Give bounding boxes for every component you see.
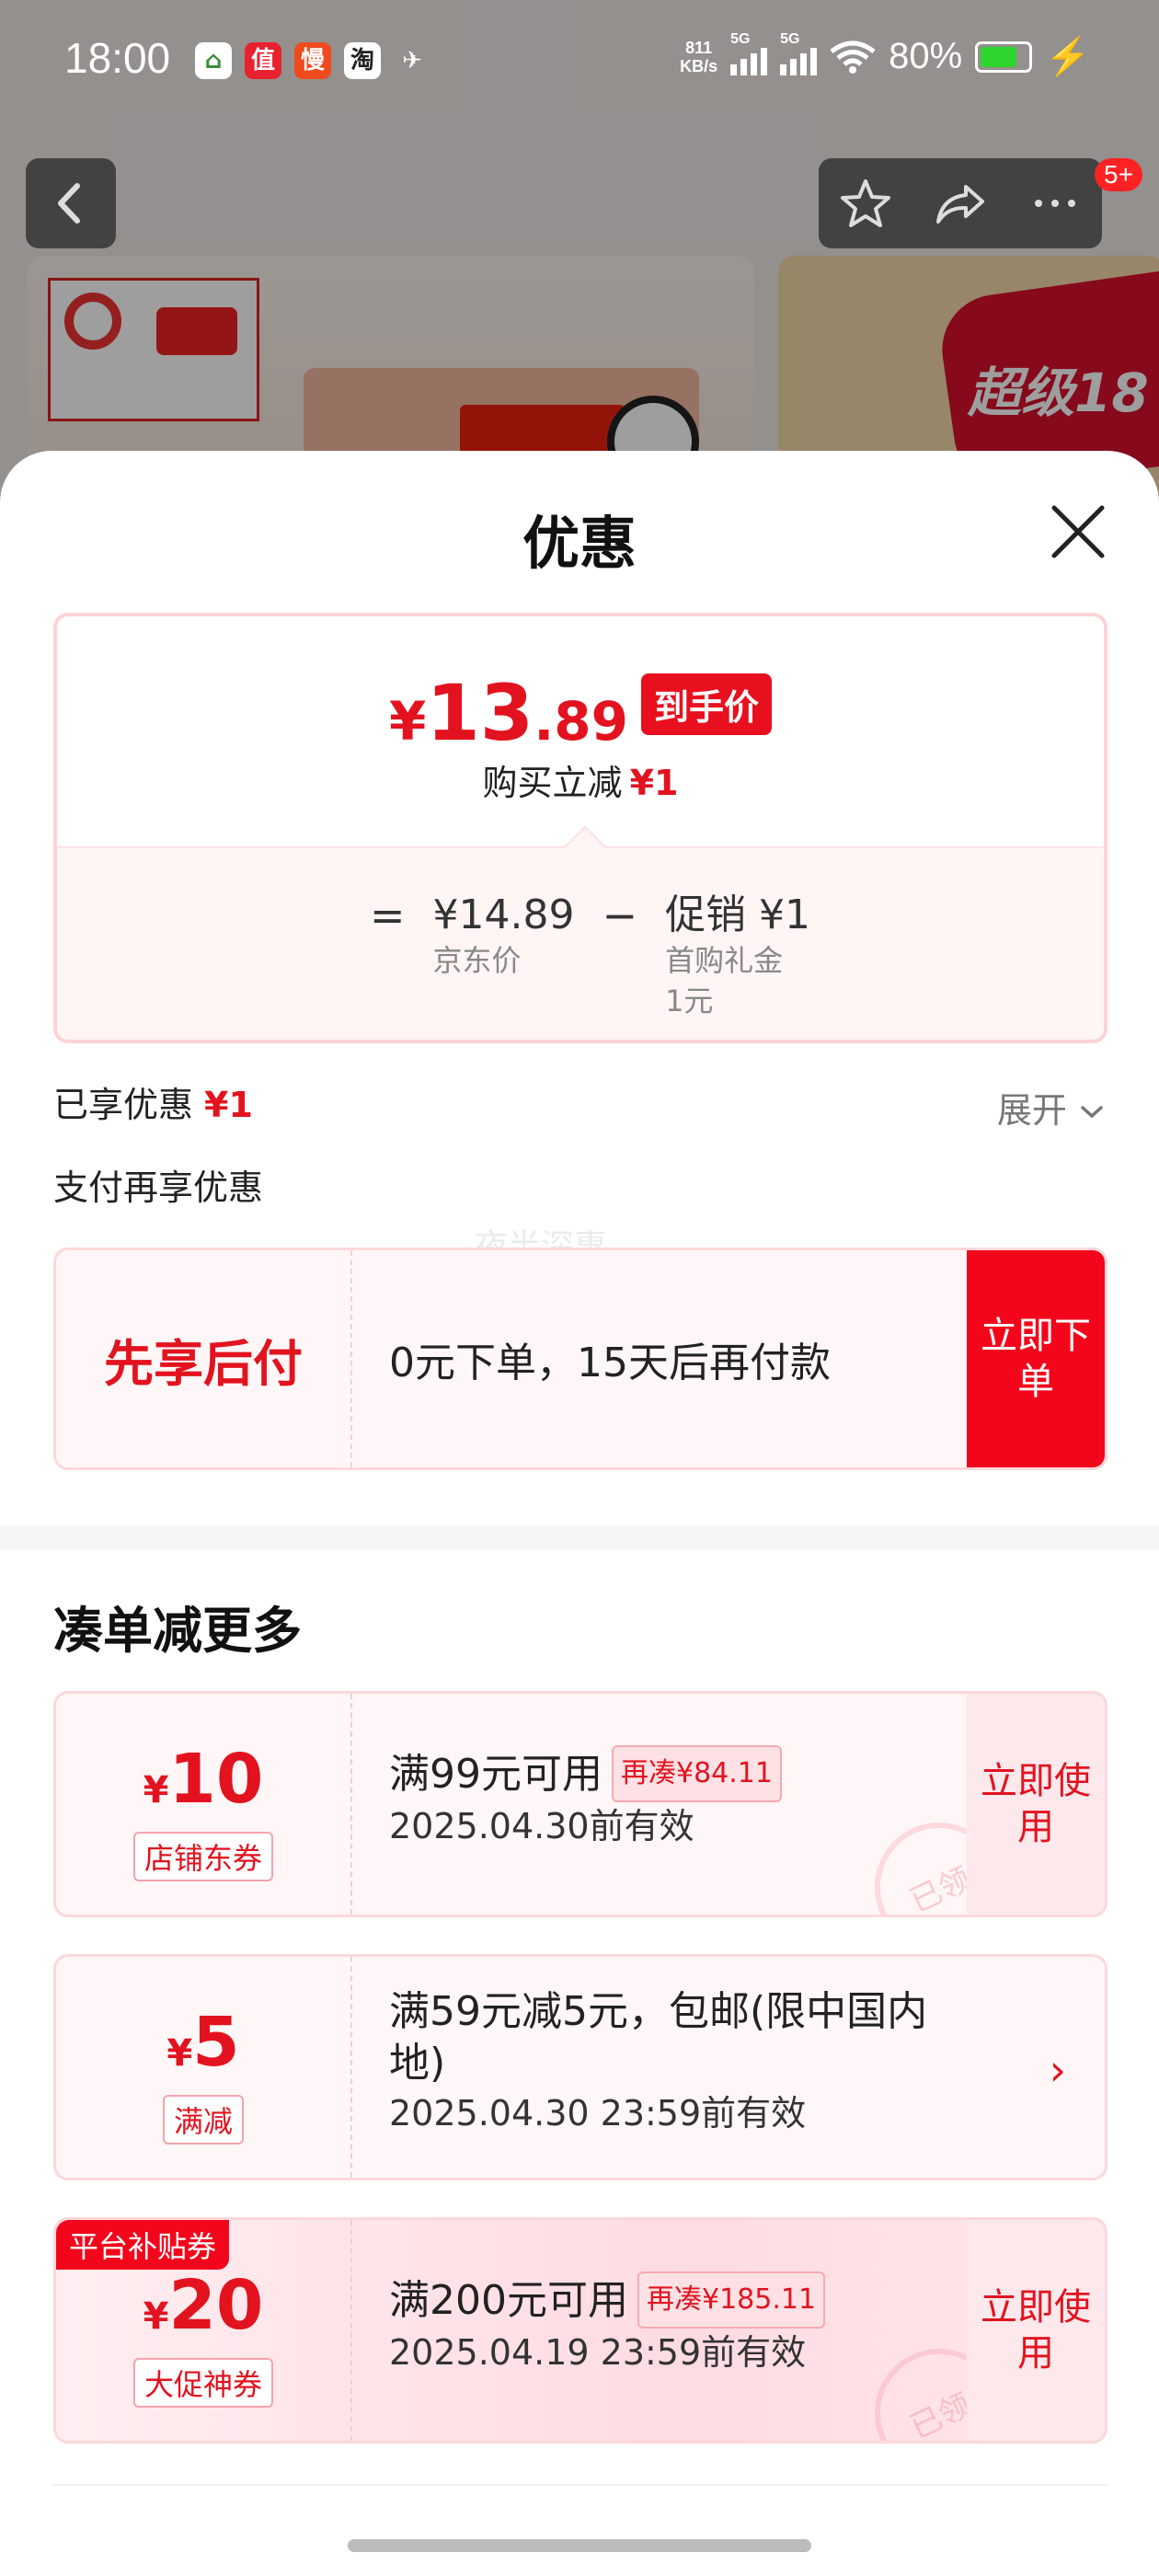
coupon-card[interactable]: ¥5 满减 满59元减5元，包邮(限中国内地) 2025.04.30 23:59… (53, 1954, 1107, 2180)
home-indicator[interactable] (348, 2539, 811, 2552)
final-price-badge: 到手价 (641, 673, 773, 735)
bnpl-description: 0元下单，15天后再付款 (389, 1340, 831, 1386)
price-calculation: = ¥14.89 京东价 − 促销 ¥1 首购礼金 1元 (370, 891, 810, 1021)
instant-discount: 购买立减 ¥1 (482, 763, 679, 803)
jd-price: ¥14.89 京东价 (432, 891, 575, 978)
status-indicators: 811 KB/s 5G 5G 80% ⚡ (680, 31, 1091, 78)
coupon-type-tag: 大促神券 (132, 2358, 273, 2408)
add-more-tag: 再凑¥84.11 (612, 1745, 782, 1802)
coupon-details: 满200元可用 再凑¥185.11 2025.04.19 23:59前有效 (389, 2271, 948, 2376)
order-now-button[interactable]: 立即下单 (967, 1250, 1105, 1467)
coupon-card[interactable]: ¥10 店铺东券 满99元可用 再凑¥84.11 2025.04.30前有效 已领… (53, 1691, 1107, 1917)
network-speed: 811 KB/s (680, 38, 718, 75)
add-more-tag: 再凑¥185.11 (637, 2271, 826, 2329)
coupon-type-tag: 店铺东券 (132, 1832, 273, 1881)
chevron-down-icon (1081, 1106, 1103, 1119)
status-time: 18:00 (64, 34, 171, 82)
price-summary: ¥13.89 到手价 购买立减 ¥1 (57, 616, 1104, 850)
signal-sim2-icon: 5G (780, 31, 818, 75)
coupon-value: ¥10 店铺东券 (56, 1694, 352, 1915)
final-price-card: ¥13.89 到手价 购买立减 ¥1 = ¥14.89 京东价 − 促销 ¥1 首购… (53, 613, 1107, 1043)
message-badge: 5+ (1095, 158, 1142, 191)
final-price: ¥13.89 到手价 (57, 668, 1104, 758)
status-bar: 18:00 ⌂ 值 慢 淘 ✈ 811 KB/s 5G 5G 80% ⚡ (0, 0, 1159, 125)
buy-now-pay-later-card[interactable]: 先享后付 0元下单，15天后再付款 立即下单 (53, 1248, 1107, 1470)
use-now-button[interactable]: 立即使用 (967, 2220, 1105, 2441)
sheet-title: 优惠 (522, 510, 637, 577)
coupon-card[interactable]: ¥20 大促神券 平台补贴券 满200元可用 再凑¥185.11 2025.04.… (53, 2217, 1107, 2444)
use-now-button[interactable]: 立即使用 (967, 1694, 1105, 1915)
more-icon[interactable] (1026, 174, 1084, 233)
platform-subsidy-tag: 平台补贴券 (56, 2220, 230, 2270)
bnpl-title: 先享后付 (56, 1250, 352, 1467)
expand-button[interactable]: 展开 (997, 1082, 1106, 1133)
promo-discount: 促销 ¥1 首购礼金 1元 (665, 891, 811, 1018)
list-end-divider (53, 2484, 1107, 2486)
top-actions (819, 158, 1102, 248)
zhi-app-icon: 值 (245, 42, 281, 79)
section-divider (0, 1525, 1159, 1549)
coupon-details: 满99元可用 再凑¥84.11 2025.04.30前有效 (389, 1745, 948, 1850)
charging-bolt-icon: ⚡ (1045, 37, 1091, 77)
home-app-icon: ⌂ (195, 42, 232, 79)
coupon-details: 满59元减5元，包邮(限中国内地) 2025.04.30 23:59前有效 (389, 1988, 928, 2133)
coupon-value: ¥5 满减 (56, 1957, 352, 2178)
chevron-right-icon[interactable]: › (1050, 2045, 1066, 2095)
coupon-type-tag: 满减 (162, 2095, 244, 2145)
star-favorite-icon[interactable] (836, 174, 895, 233)
notification-app-icons: ⌂ 值 慢 淘 ✈ (195, 42, 430, 79)
close-icon[interactable] (1047, 500, 1109, 563)
battery-icon (975, 40, 1033, 73)
man-app-icon: 慢 (294, 42, 331, 79)
share-icon[interactable] (931, 174, 990, 233)
wifi-icon (830, 40, 876, 74)
enjoyed-discount: 已享优惠 ¥1 (53, 1085, 253, 1125)
pay-more-title: 支付再享优惠 (53, 1167, 264, 1208)
taobao-app-icon: 淘 (344, 42, 381, 79)
more-deals-title: 凑单减更多 (53, 1602, 302, 1660)
signal-sim1-icon: 5G (730, 31, 768, 75)
battery-percent: 80% (889, 36, 963, 76)
battery-fill (981, 46, 1016, 67)
back-button[interactable] (26, 158, 116, 248)
bird-app-icon: ✈ (402, 47, 422, 75)
chevron-left-icon (58, 183, 80, 224)
